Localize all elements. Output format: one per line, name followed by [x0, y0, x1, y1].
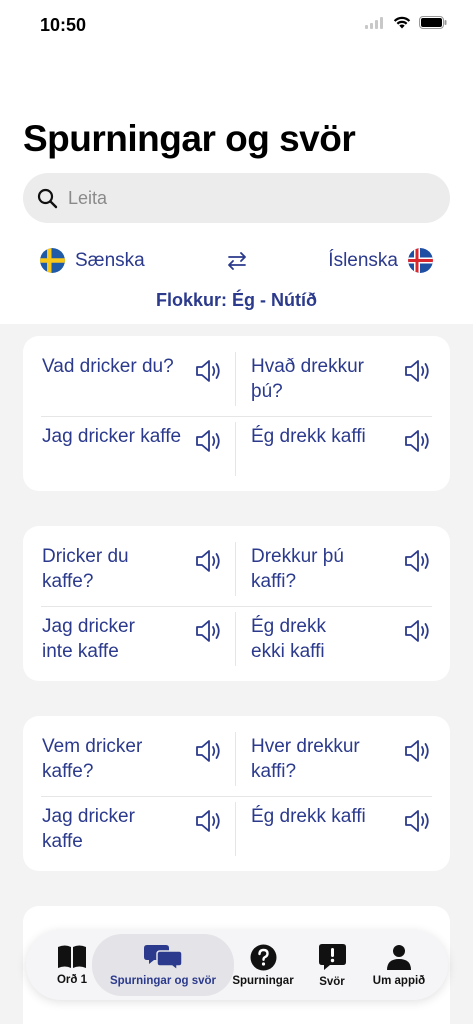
phrase-text: Jag dricker inte kaffe: [42, 616, 135, 662]
question-sv: Dricker du kaffe?: [41, 540, 231, 600]
tab-label: Spurningar og svör: [109, 975, 217, 987]
phrase-text: Ég drekk kaffi: [251, 806, 366, 827]
search-bar[interactable]: [23, 173, 450, 223]
status-icons: [365, 16, 447, 29]
sweden-flag-icon: [40, 248, 65, 273]
speaker-icon[interactable]: [402, 736, 432, 766]
speaker-icon[interactable]: [402, 806, 432, 836]
book-icon: [58, 945, 86, 968]
category-label: Flokkur: Ég - Nútíð: [156, 290, 317, 310]
phrase-text: Ég drekk ekki kaffi: [251, 616, 326, 662]
target-language-label: Íslenska: [328, 249, 398, 271]
answer-row: Jag dricker kaffe Ég drekk kaffi: [23, 420, 450, 488]
speaker-icon[interactable]: [193, 616, 223, 646]
speaker-icon[interactable]: [402, 616, 432, 646]
question-is: Drekkur þú kaffi?: [250, 540, 440, 600]
speaker-icon[interactable]: [402, 426, 432, 456]
signal-icon: [365, 16, 383, 29]
phrase-text: Jag dricker kaffe: [42, 426, 182, 447]
language-selector: Sænska Íslenska: [0, 244, 473, 278]
answer-row: Jag dricker kaffe Ég drekk kaffi: [23, 800, 450, 868]
tab-um-appid[interactable]: Um appið: [366, 930, 432, 1000]
tab-label: Spurningar: [232, 974, 294, 987]
speaker-icon[interactable]: [402, 356, 432, 386]
question-sv: Vem dricker kaffe?: [41, 730, 231, 790]
speaker-icon[interactable]: [193, 356, 223, 386]
question-is: Hver drekkur kaffi?: [250, 730, 440, 790]
question-row: Vad dricker du? Hvað drekkur þú?: [23, 350, 450, 418]
search-icon: [37, 188, 58, 208]
question-row: Vem dricker kaffe? Hver drekkur kaffi?: [23, 730, 450, 798]
exclamation-bubble-icon: [318, 943, 346, 970]
answer-is: Ég drekk ekki kaffi: [250, 610, 440, 670]
speaker-icon[interactable]: [193, 546, 223, 576]
tab-svor[interactable]: Svör: [308, 930, 356, 1000]
question-icon: [250, 944, 276, 970]
tab-label: Orð 1: [56, 974, 88, 986]
qa-card: Dricker du kaffe? Drekkur þú kaffi? Jag …: [23, 526, 450, 681]
tab-spurningar[interactable]: Spurningar: [230, 930, 296, 1000]
status-time: 10:50: [40, 15, 87, 35]
tab-label: Um appið: [372, 974, 426, 987]
qa-card: Vem dricker kaffe? Hver drekkur kaffi? J…: [23, 716, 450, 871]
question-is: Hvað drekkur þú?: [250, 350, 440, 410]
answer-sv: Jag dricker kaffe: [41, 800, 231, 860]
wifi-icon: [393, 16, 411, 29]
answer-row: Jag dricker inte kaffe Ég drekk ekki kaf…: [23, 610, 450, 678]
answer-sv: Jag dricker inte kaffe: [41, 610, 231, 670]
phrase-text: Dricker du kaffe?: [42, 546, 129, 592]
search-input[interactable]: [68, 187, 408, 209]
answer-sv: Jag dricker kaffe: [41, 420, 231, 480]
phrase-text: Jag dricker kaffe: [42, 806, 135, 852]
source-language-button[interactable]: Sænska: [40, 248, 145, 273]
phrase-text: Drekkur þú kaffi?: [251, 546, 344, 592]
speaker-icon[interactable]: [402, 546, 432, 576]
phrase-text: Ég drekk kaffi: [251, 426, 366, 447]
tab-label: Svör: [319, 975, 345, 988]
tab-spurningar-og-svor[interactable]: Spurningar og svör: [92, 934, 234, 996]
chat-bubbles-icon: [144, 945, 182, 971]
status-bar: 10:50: [0, 0, 473, 52]
source-language-label: Sænska: [75, 249, 145, 271]
phrase-text: Hver drekkur kaffi?: [251, 736, 360, 782]
person-icon: [387, 944, 411, 970]
speaker-icon[interactable]: [193, 426, 223, 456]
tab-bar: Orð 1 Spurningar og svör Spurningar Svör…: [26, 930, 448, 1000]
answer-is: Ég drekk kaffi: [250, 420, 440, 480]
speaker-icon[interactable]: [193, 736, 223, 766]
page-title: Spurningar og svör: [23, 118, 356, 159]
qa-card: Vad dricker du? Hvað drekkur þú? Jag dri…: [23, 336, 450, 491]
target-language-button[interactable]: Íslenska: [328, 248, 433, 273]
phrase-text: Hvað drekkur þú?: [251, 356, 364, 402]
iceland-flag-icon: [408, 248, 433, 273]
phrase-text: Vem dricker kaffe?: [42, 736, 143, 782]
swap-languages-icon[interactable]: [224, 248, 250, 274]
question-sv: Vad dricker du?: [41, 350, 231, 410]
question-row: Dricker du kaffe? Drekkur þú kaffi?: [23, 540, 450, 608]
phrase-text: Vad dricker du?: [42, 356, 174, 377]
answer-is: Ég drekk kaffi: [250, 800, 440, 860]
speaker-icon[interactable]: [193, 806, 223, 836]
battery-icon: [419, 16, 447, 29]
